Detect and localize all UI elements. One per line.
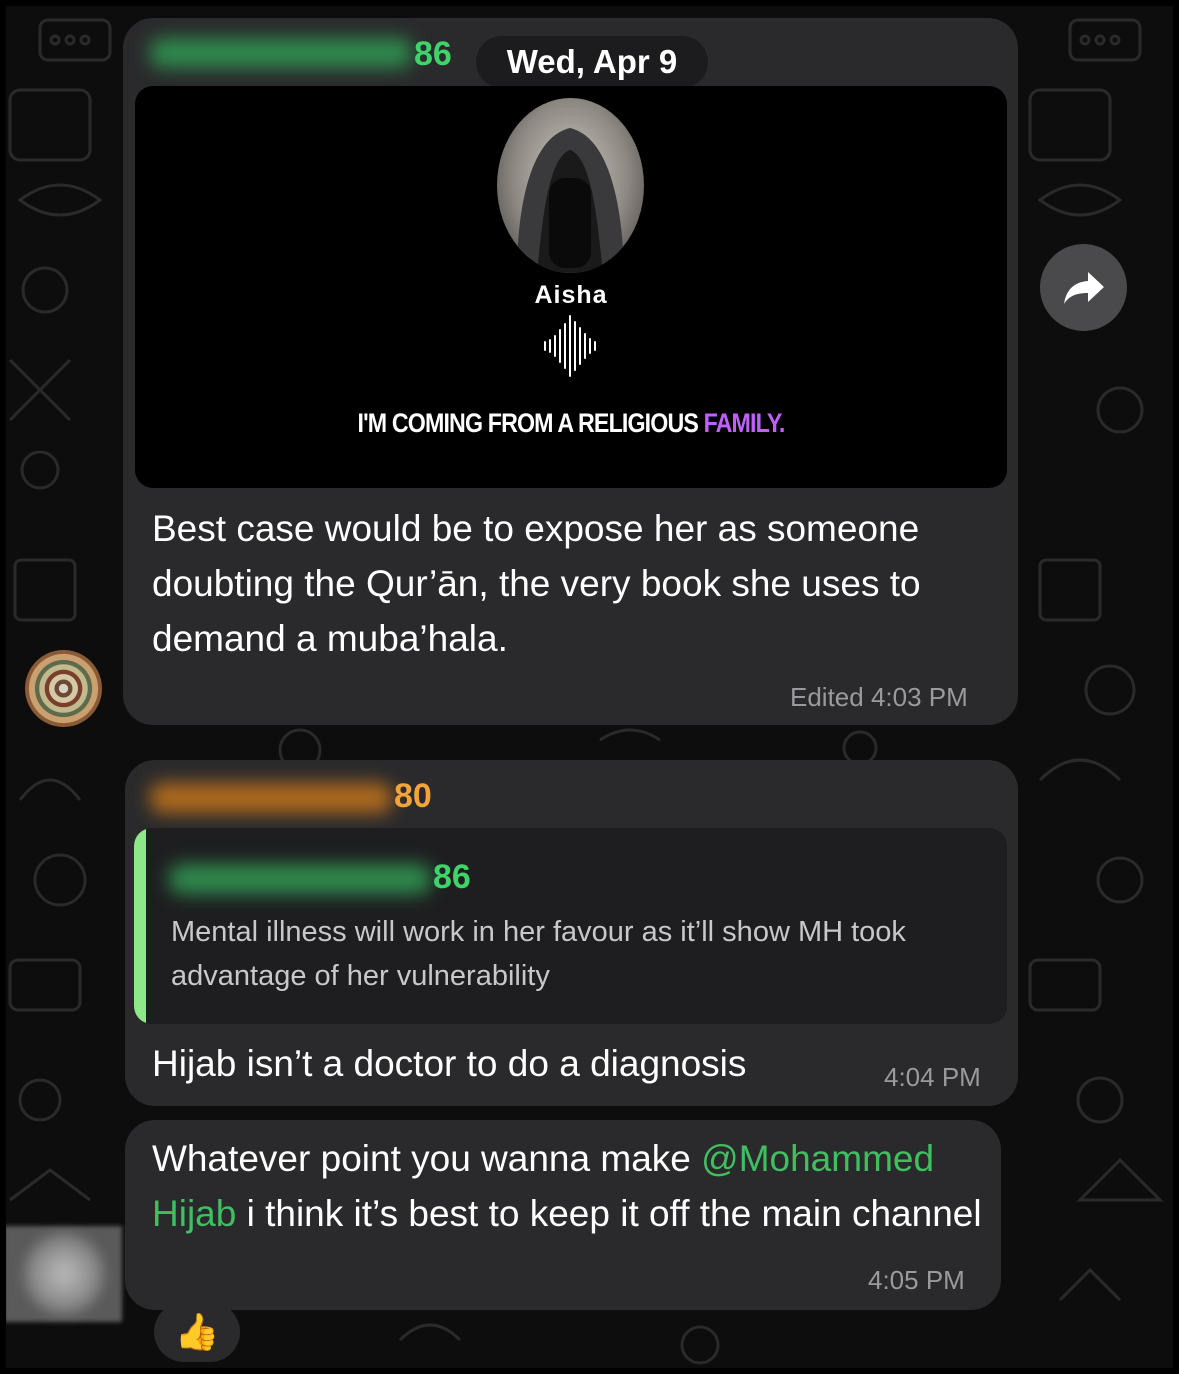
thumbs-up-icon: 👍: [174, 1311, 220, 1352]
sender-avatar[interactable]: [25, 650, 102, 727]
message-text-after: i think it’s best to keep it off the mai…: [236, 1193, 982, 1234]
sender-name-redacted: [150, 38, 412, 68]
reply-accent-bar: [134, 828, 146, 1024]
media-caption-highlight: FAMILY.: [703, 408, 786, 438]
edited-label: Edited: [790, 682, 864, 712]
sender-avatar[interactable]: [4, 1226, 122, 1322]
reaction-chip[interactable]: 👍: [154, 1302, 240, 1362]
sender-name-redacted: [150, 783, 392, 813]
media-caption: I'M COMING FROM A RELIGIOUS FAMILY.: [196, 408, 946, 439]
video-preview[interactable]: Aisha I'M COMING FROM A RELIGIOUS FAMILY…: [135, 86, 1007, 488]
forward-button[interactable]: [1040, 244, 1127, 331]
sender-name-suffix[interactable]: 86: [414, 35, 452, 74]
message-text: Hijab isn’t a doctor to do a diagnosis: [152, 1043, 747, 1084]
media-avatar-image: [497, 98, 644, 273]
media-caption-main: I'M COMING FROM A RELIGIOUS: [357, 408, 704, 438]
media-speaker-name: Aisha: [534, 281, 608, 309]
sender-name-suffix[interactable]: 80: [394, 777, 432, 816]
reply-sender-redacted: [169, 864, 431, 894]
message-time: 4:05 PM: [868, 1265, 965, 1295]
message-time: 4:04 PM: [884, 1062, 981, 1092]
date-separator: Wed, Apr 9: [476, 36, 708, 88]
audio-waveform-icon: [544, 315, 596, 377]
reply-text: Mental illness will work in her favour a…: [171, 916, 906, 992]
message-text-before: Whatever point you wanna make: [152, 1138, 691, 1179]
forward-arrow-icon: [1063, 271, 1104, 304]
message-meta: Edited 4:03 PM: [790, 682, 968, 713]
reply-sender-suffix: 86: [433, 858, 471, 896]
quoted-reply[interactable]: 86 Mental illness will work in her favou…: [134, 828, 1007, 1024]
message-text: Whatever point you wanna make @Mohammed …: [152, 1131, 982, 1241]
message-text: Best case would be to expose her as some…: [152, 508, 921, 659]
message-time: 4:03 PM: [870, 682, 968, 712]
